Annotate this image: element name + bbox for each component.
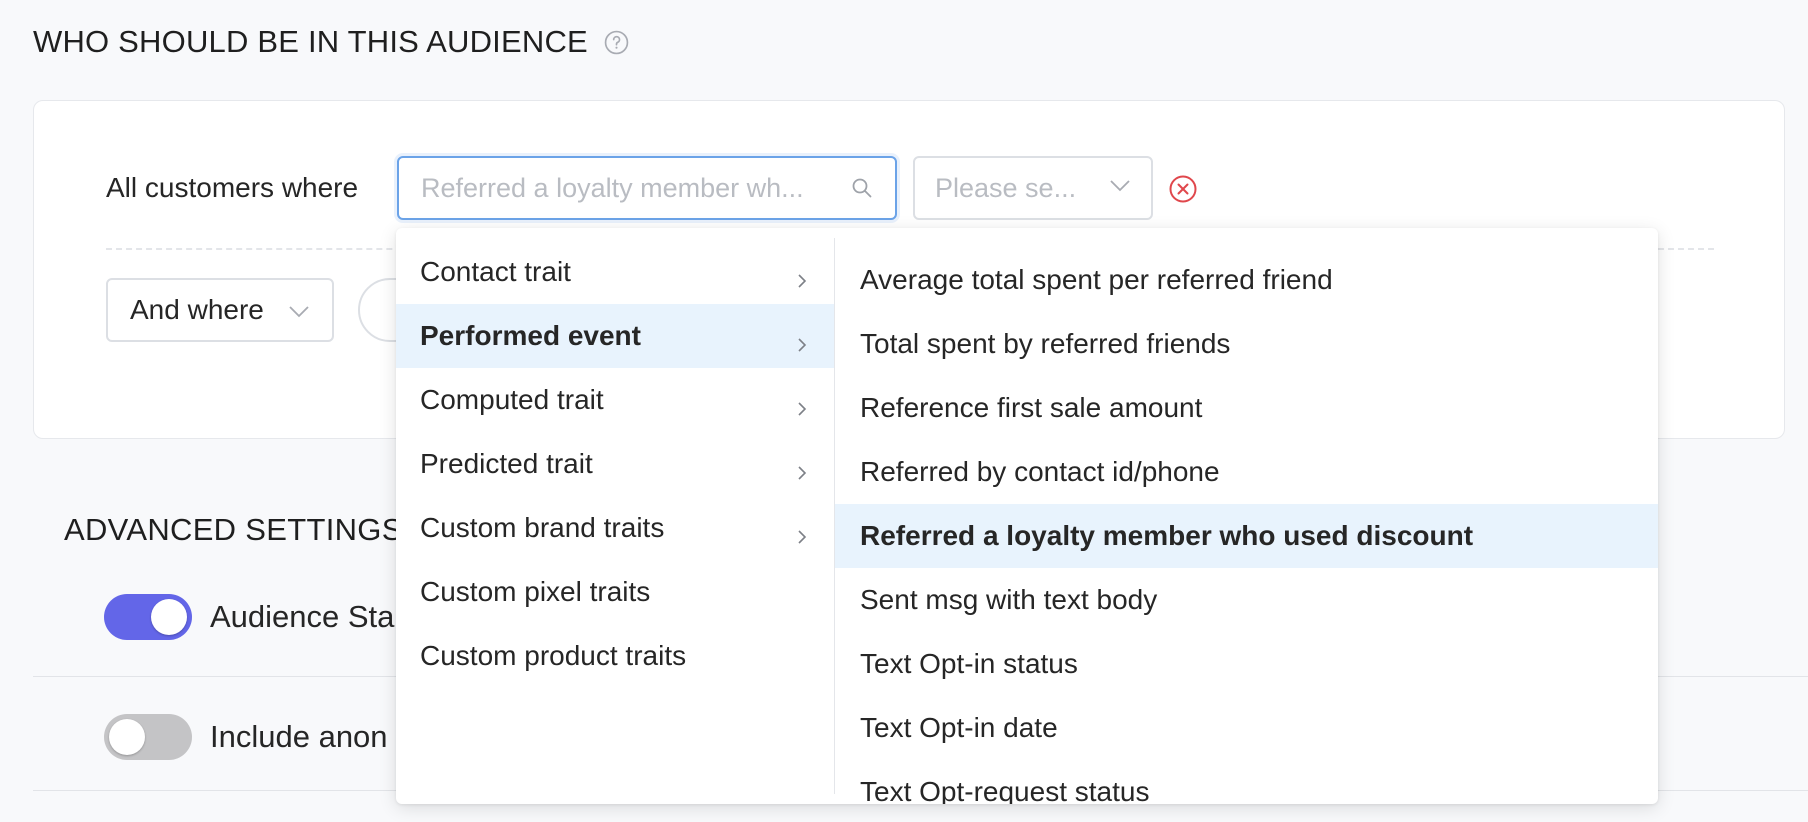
chevron-right-icon	[794, 392, 810, 416]
option-item[interactable]: Average total spent per referred friend	[835, 248, 1658, 312]
audience-status-toggle[interactable]	[104, 594, 192, 640]
category-item-performed-event[interactable]: Performed event	[396, 304, 834, 368]
chevron-right-icon	[794, 456, 810, 480]
trait-search-input[interactable]: Referred a loyalty member wh...	[397, 156, 897, 220]
option-item[interactable]: Referred by contact id/phone	[835, 440, 1658, 504]
category-label: Computed trait	[420, 384, 604, 415]
remove-rule-icon[interactable]	[1168, 174, 1198, 204]
category-label: Custom product traits	[420, 640, 687, 671]
audience-builder-page: WHO SHOULD BE IN THIS AUDIENCE All custo…	[0, 0, 1808, 822]
category-label: Contact trait	[420, 256, 571, 287]
operator-select[interactable]: Please se...	[913, 156, 1153, 220]
category-item-computed-trait[interactable]: Computed trait	[396, 368, 834, 432]
rule-row-label: All customers where	[106, 172, 359, 203]
category-label: Performed event	[420, 320, 641, 351]
toggle-knob	[151, 599, 187, 635]
category-label: Predicted trait	[420, 448, 593, 479]
trait-search-placeholder: Referred a loyalty member wh...	[421, 172, 804, 203]
audience-status-row: Audience Sta	[104, 594, 394, 640]
category-item-custom-product-traits[interactable]: Custom product traits	[396, 624, 834, 688]
category-label: Custom pixel traits	[420, 576, 651, 607]
audience-status-label: Audience Sta	[210, 599, 395, 634]
category-list: Contact trait Performed event Computed t…	[396, 228, 834, 804]
section-title: WHO SHOULD BE IN THIS AUDIENCE	[33, 24, 629, 60]
option-list: Average total spent per referred friend …	[835, 228, 1658, 804]
category-item-custom-brand-traits[interactable]: Custom brand traits	[396, 496, 834, 560]
trait-picker-dropdown: Contact trait Performed event Computed t…	[396, 228, 1658, 804]
include-anonymous-row: Include anon	[104, 714, 388, 760]
and-where-select[interactable]: And where	[106, 278, 334, 342]
option-item[interactable]: Total spent by referred friends	[835, 312, 1658, 376]
advanced-settings-title: ADVANCED SETTINGS	[64, 512, 403, 547]
option-item[interactable]: Text Opt-request status	[835, 760, 1658, 804]
search-icon	[851, 177, 873, 199]
chevron-right-icon	[794, 520, 810, 544]
option-item[interactable]: Text Opt-in date	[835, 696, 1658, 760]
option-item[interactable]: Reference first sale amount	[835, 376, 1658, 440]
and-where-label: And where	[130, 294, 264, 325]
chevron-down-icon	[288, 294, 310, 326]
category-label: Custom brand traits	[420, 512, 665, 543]
chevron-right-icon	[794, 264, 810, 288]
chevron-down-icon	[1109, 179, 1131, 198]
option-item[interactable]: Sent msg with text body	[835, 568, 1658, 632]
include-anonymous-toggle[interactable]	[104, 714, 192, 760]
chevron-right-icon	[794, 328, 810, 352]
include-anonymous-label: Include anon	[210, 719, 388, 754]
category-item-predicted-trait[interactable]: Predicted trait	[396, 432, 834, 496]
category-item-contact-trait[interactable]: Contact trait	[396, 240, 834, 304]
operator-select-placeholder: Please se...	[935, 172, 1077, 203]
toggle-knob	[109, 719, 145, 755]
option-item-selected[interactable]: Referred a loyalty member who used disco…	[835, 504, 1658, 568]
category-item-custom-pixel-traits[interactable]: Custom pixel traits	[396, 560, 834, 624]
question-circle-icon[interactable]	[604, 30, 629, 55]
section-title-text: WHO SHOULD BE IN THIS AUDIENCE	[33, 24, 588, 59]
option-item[interactable]: Text Opt-in status	[835, 632, 1658, 696]
